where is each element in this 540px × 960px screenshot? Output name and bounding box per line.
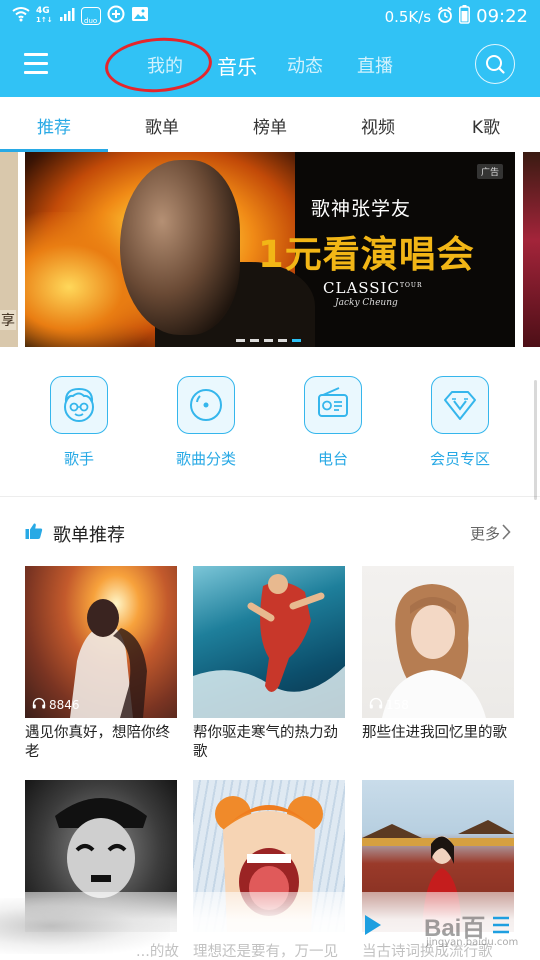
watermark: Bai百 jingyan.baidu.com <box>424 915 519 948</box>
section-divider <box>0 496 540 497</box>
alarm-icon <box>437 6 453 28</box>
status-bar: 4G 1↑↓ duo 0.5K/s 09:22 <box>0 0 540 32</box>
playlist-cover <box>193 566 345 718</box>
banner-carousel[interactable]: 享 广告 歌神张学友 1元看演唱会 CLASSICTOUR Jacky Cheu… <box>0 152 540 348</box>
peek-title: 理想还是要有，万一见 <box>193 944 338 960</box>
top-nav: 我的 音乐 动态 直播 <box>0 32 540 97</box>
chevron-right-icon[interactable] <box>501 523 511 545</box>
banner-peek-right[interactable] <box>523 152 540 347</box>
playlist-cover: 8846 <box>25 566 177 718</box>
banner-slide[interactable]: 广告 歌神张学友 1元看演唱会 CLASSICTOUR Jacky Cheung <box>25 152 515 347</box>
plus-circle-icon <box>107 5 125 27</box>
banner-signature: Jacky Cheung <box>335 298 398 308</box>
carousel-dot <box>250 339 259 342</box>
sub-tabs: 推荐 歌单 榜单 视频 K歌 <box>0 97 540 152</box>
banner-peek-left[interactable]: 享 <box>0 152 18 347</box>
scrollbar[interactable] <box>534 380 537 500</box>
subtab-recommend[interactable]: 推荐 <box>14 113 94 138</box>
headphones-icon <box>369 697 383 712</box>
wifi-icon <box>12 6 30 26</box>
carousel-dot <box>278 339 287 342</box>
banner-subtitle: 歌神张学友 <box>311 198 412 220</box>
vip-diamond-icon <box>431 376 489 434</box>
tab-feed[interactable]: 动态 <box>287 52 323 78</box>
banner-singer-image <box>120 160 240 335</box>
banner-title: 1元看演唱会 <box>258 233 475 276</box>
playlist-title: 遇见你真好，想陪你终老 <box>25 725 170 760</box>
annotation-red-circle <box>103 34 214 96</box>
peek-title: ...的故 <box>136 944 179 960</box>
category-row: 歌手 歌曲分类 电台 会员专区 <box>0 360 540 480</box>
disc-icon <box>177 376 235 434</box>
playlist-title: 帮你驱走寒气的热力劲歌 <box>193 725 338 760</box>
singer-face-icon <box>50 376 108 434</box>
more-link[interactable]: 更多 <box>470 523 500 544</box>
subtab-playlists[interactable]: 歌单 <box>122 113 202 138</box>
carousel-dots <box>236 339 301 342</box>
thumbs-up-icon <box>25 522 43 544</box>
play-count: 158 <box>386 697 409 712</box>
net-speed: 0.5K/s <box>384 7 432 26</box>
radio-icon <box>304 376 362 434</box>
app-screen: 4G 1↑↓ duo 0.5K/s 09:22 我的 音乐 动态 直播 推荐 歌… <box>0 0 540 960</box>
banner-brand: CLASSICTOUR <box>323 279 423 297</box>
subtab-videos[interactable]: 视频 <box>338 113 418 138</box>
battery-icon <box>459 5 471 28</box>
headphones-icon <box>32 697 46 712</box>
subtab-charts[interactable]: 榜单 <box>230 113 310 138</box>
section-title: 歌单推荐 <box>53 525 125 546</box>
signal-icon <box>59 6 75 26</box>
carousel-dot <box>236 339 245 342</box>
network-type-indicator: 4G 1↑↓ <box>36 6 53 25</box>
playlist-cover: 158 <box>362 566 514 718</box>
clock-time: 09:22 <box>476 6 528 27</box>
image-icon <box>131 6 149 26</box>
carousel-dot <box>264 339 273 342</box>
playlist-title: 那些住进我回忆里的歌 <box>362 725 507 741</box>
subtab-karaoke[interactable]: K歌 <box>446 113 526 138</box>
tab-live[interactable]: 直播 <box>357 52 393 78</box>
menu-icon[interactable] <box>22 51 52 77</box>
play-icon[interactable] <box>362 913 384 941</box>
search-button[interactable] <box>475 44 515 84</box>
duo-app-icon: duo <box>80 7 101 25</box>
ad-badge: 广告 <box>477 164 504 179</box>
tab-music[interactable]: 音乐 <box>217 51 257 80</box>
carousel-dot-active <box>292 339 301 342</box>
play-count: 8846 <box>49 697 80 712</box>
